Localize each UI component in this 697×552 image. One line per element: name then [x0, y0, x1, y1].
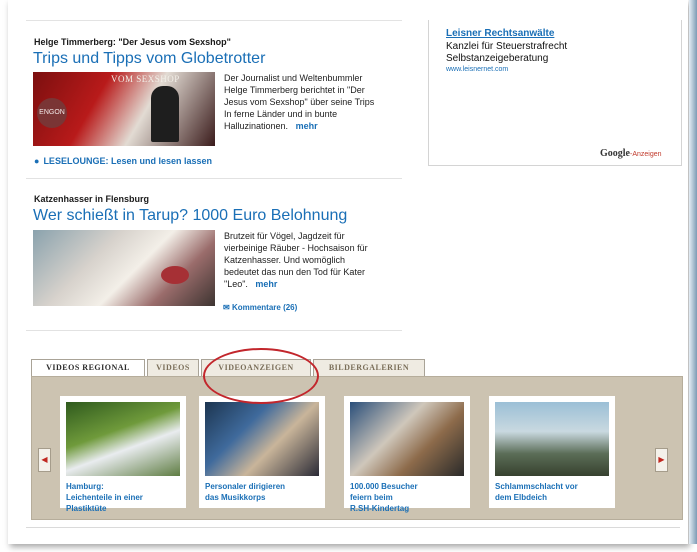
article1-teaser: Der Journalist und Weltenbummler Helge T…: [224, 73, 375, 131]
video-card[interactable]: Personaler dirigieren das Musikkorps: [199, 396, 325, 508]
tab-bildergalerien[interactable]: BILDERGALERIEN: [313, 359, 425, 376]
video-caption[interactable]: Personaler dirigieren das Musikkorps: [205, 481, 323, 503]
article1-headline[interactable]: Trips und Tipps vom Globetrotter: [33, 50, 265, 68]
video-card[interactable]: Hamburg: Leichenteile in einer Plastiktü…: [60, 396, 186, 513]
cat-mouth-shape: [161, 266, 189, 284]
article2-headline[interactable]: Wer schießt in Tarup? 1000 Euro Belohnun…: [33, 207, 347, 225]
tab-videos-regional[interactable]: VIDEOS REGIONAL: [31, 359, 145, 377]
bullet-icon: ●: [34, 156, 40, 166]
video-thumbnail[interactable]: [205, 402, 319, 476]
article1-kicker: Helge Timmerberg: "Der Jesus vom Sexshop…: [34, 37, 231, 47]
article1-more-link[interactable]: mehr: [296, 121, 318, 131]
person-figure: [151, 86, 179, 142]
article1-image-logo: ENGON: [37, 98, 67, 128]
video-caption[interactable]: Schlammschlacht vor dem Elbdeich: [495, 481, 613, 503]
carousel-next-button[interactable]: ▶: [655, 448, 668, 472]
bottom-divider: [26, 527, 680, 528]
article1-image-stamp: VOM SEXSHOP: [111, 74, 180, 84]
ad-title-link[interactable]: Leisner Rechtsanwälte: [446, 28, 554, 39]
article2-more-link[interactable]: mehr: [255, 279, 277, 289]
article2-kicker: Katzenhasser in Flensburg: [34, 194, 150, 204]
ad-line-2: Selbstanzeigeberatung: [446, 53, 549, 64]
ad-line-1: Kanzlei für Steuerstrafrecht: [446, 41, 568, 52]
video-card[interactable]: Schlammschlacht vor dem Elbdeich: [489, 396, 615, 508]
comments-link[interactable]: ✉ Kommentare (26): [223, 303, 297, 312]
video-thumbnail[interactable]: [495, 402, 609, 476]
video-thumbnail[interactable]: [66, 402, 180, 476]
video-thumbnail[interactable]: [350, 402, 464, 476]
video-card[interactable]: 100.000 Besucher feiern beim R.SH-Kinder…: [344, 396, 470, 513]
google-ads-label[interactable]: Google-Anzeigen: [600, 148, 662, 159]
article-divider: [26, 178, 402, 179]
article-divider: [26, 330, 402, 331]
article2-image[interactable]: [33, 230, 215, 306]
video-caption[interactable]: 100.000 Besucher feiern beim R.SH-Kinder…: [350, 481, 468, 514]
tab-videos[interactable]: VIDEOS: [147, 359, 199, 376]
article2-teaser: Brutzeit für Vögel, Jagdzeit für vierbei…: [224, 231, 368, 289]
leselounge-link[interactable]: ● LESELOUNGE: Lesen und lesen lassen: [34, 156, 212, 166]
video-caption[interactable]: Hamburg: Leichenteile in einer Plastiktü…: [66, 481, 184, 514]
page-edge-shadow: [689, 0, 697, 544]
ad-url-link[interactable]: www.leisnernet.com: [446, 66, 508, 73]
highlight-circle-annotation: [203, 348, 319, 404]
article1-image[interactable]: VOM SEXSHOP ENGON: [33, 72, 215, 146]
comment-icon: ✉: [223, 303, 230, 312]
google-logo: Google: [600, 148, 630, 159]
carousel-prev-button[interactable]: ◀: [38, 448, 51, 472]
top-divider: [26, 20, 402, 21]
